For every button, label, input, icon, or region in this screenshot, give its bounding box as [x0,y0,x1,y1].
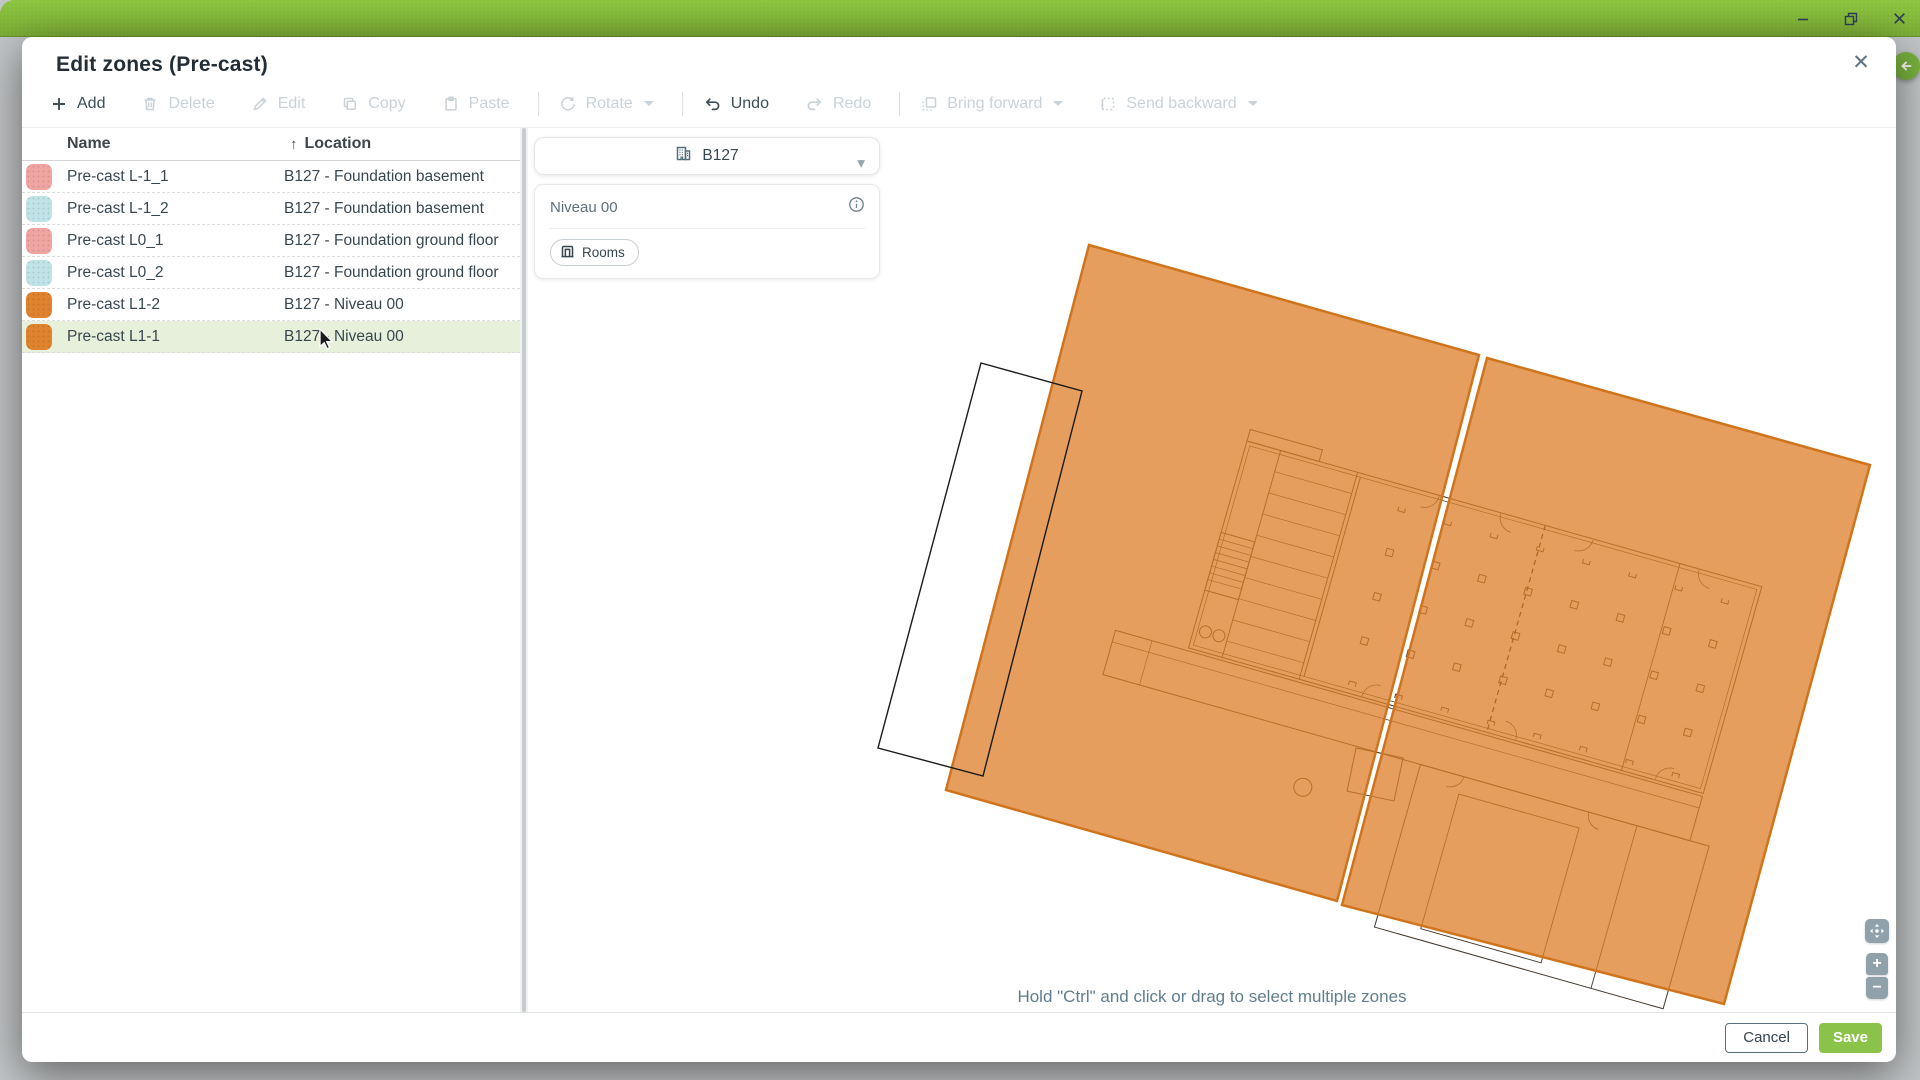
edit-button[interactable]: Edit [251,95,306,113]
send-backward-icon [1099,95,1117,113]
cancel-button[interactable]: Cancel [1725,1023,1808,1053]
table-row[interactable]: Pre-cast L0_2 B127 - Foundation ground f… [22,257,520,289]
zone-color-swatch [26,292,52,318]
table-row[interactable]: Pre-cast L-1_1 B127 - Foundation basemen… [22,161,520,193]
paste-button[interactable]: Paste [442,95,510,113]
window-controls [1794,0,1908,37]
table-row[interactable]: Pre-cast L-1_2 B127 - Foundation basemen… [22,193,520,225]
arrow-back-icon[interactable] [1892,52,1920,80]
zone-color-swatch [26,260,52,286]
close-icon[interactable] [1890,10,1908,28]
chevron-down-icon [1053,101,1063,107]
redo-icon [805,95,824,113]
undo-button[interactable]: Undo [703,95,769,113]
building-icon [675,145,692,167]
chevron-down-icon: ▾ [857,154,865,173]
copy-button[interactable]: Copy [341,95,405,113]
building-selector[interactable]: B127 ▾ [534,137,880,175]
redo-button[interactable]: Redo [805,95,871,113]
inspector-panel: B127 ▾ Niveau 00 [534,137,880,279]
table-header: Name ↑ Location [22,128,520,161]
column-header-name[interactable]: Name [67,135,111,153]
toolbar-separator [899,92,900,116]
screen: Edit zones (Pre-cast) ✕ Add Delete Edit … [0,0,1920,1080]
dialog-title: Edit zones (Pre-cast) [56,53,1896,77]
zone-color-swatch [26,196,52,222]
titlebar-texture [0,0,1920,37]
column-header-location[interactable]: ↑ Location [290,135,371,153]
chevron-down-icon [1248,101,1258,107]
minimize-icon[interactable] [1794,10,1812,28]
info-icon[interactable] [848,196,865,218]
bring-forward-icon [920,95,938,113]
table-row[interactable]: Pre-cast L0_1 B127 - Foundation ground f… [22,225,520,257]
toolbar: Add Delete Edit Copy Paste Rotate [22,80,1896,128]
paste-icon [442,95,460,113]
zoom-controls: + − [1865,919,1889,999]
panel-splitter[interactable] [520,128,528,1012]
table-row[interactable]: Pre-cast L1-2 B127 - Niveau 00 [22,289,520,321]
delete-button[interactable]: Delete [141,95,214,113]
zone-color-swatch [26,228,52,254]
send-backward-button[interactable]: Send backward [1099,95,1257,113]
save-button[interactable]: Save [1819,1023,1882,1053]
add-button[interactable]: Add [50,95,105,113]
dialog-header: Edit zones (Pre-cast) ✕ [22,37,1896,80]
plus-icon [50,95,68,113]
chevron-down-icon [644,101,654,107]
rooms-chip[interactable]: Rooms [550,239,639,266]
level-card: Niveau 00 [534,184,880,279]
zone-table: Name ↑ Location Pre-cast L-1_1 B127 - Fo… [22,128,520,1012]
zoom-out-button[interactable]: − [1866,977,1888,999]
app-titlebar [0,0,1920,37]
copy-icon [341,95,359,113]
trash-icon [141,95,159,113]
rooms-door-icon [560,244,575,262]
dialog-footer: Cancel Save [22,1012,1896,1062]
zone-color-swatch [26,324,52,350]
sort-ascending-icon: ↑ [290,136,298,153]
dialog-close-icon[interactable]: ✕ [1848,49,1874,75]
divider [550,228,865,229]
toolbar-separator [682,92,683,116]
level-name: Niveau 00 [550,199,618,216]
fit-view-icon[interactable] [1865,919,1889,943]
table-row-selected[interactable]: Pre-cast L1-1 B127 - Niveau 00 [22,321,520,353]
zoom-in-button[interactable]: + [1866,953,1888,975]
restore-icon[interactable] [1842,10,1860,28]
undo-icon [703,95,722,113]
bring-forward-button[interactable]: Bring forward [920,95,1063,113]
toolbar-separator [538,92,539,116]
building-selector-value: B127 [702,147,738,165]
zone-color-swatch [26,164,52,190]
rotate-button[interactable]: Rotate [559,95,654,113]
rotate-icon [559,95,577,113]
pencil-icon [251,95,269,113]
